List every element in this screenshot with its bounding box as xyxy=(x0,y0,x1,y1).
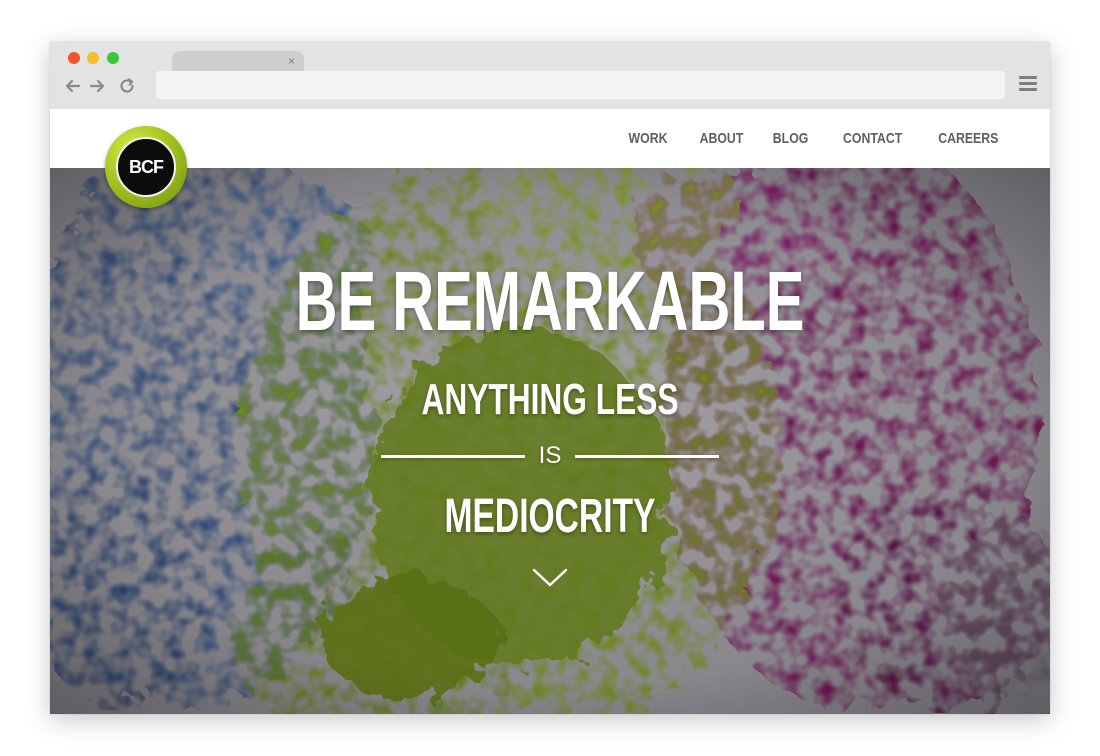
divider-line-left xyxy=(381,455,525,458)
nav-link-contact[interactable]: CONTACT xyxy=(843,130,902,147)
hero-section: BE REMARKABLE ANYTHING LESS IS MEDIOCRIT… xyxy=(50,168,1050,714)
nav-link-blog[interactable]: BLOG xyxy=(773,130,809,147)
minimize-window-button[interactable] xyxy=(87,52,99,64)
reload-icon[interactable] xyxy=(117,77,137,97)
main-nav: WORK ABOUT BLOG CONTACT CAREERS xyxy=(598,109,998,168)
hamburger-menu-icon[interactable] xyxy=(1019,76,1037,94)
chevron-down-icon[interactable] xyxy=(532,568,568,588)
bcf-logo[interactable]: BCF xyxy=(105,126,187,208)
site-header: WORK ABOUT BLOG CONTACT CAREERS xyxy=(50,109,1050,168)
divider-word: IS xyxy=(538,442,562,469)
back-arrow-icon[interactable] xyxy=(62,77,82,97)
nav-link-about[interactable]: ABOUT xyxy=(699,130,743,147)
tab-close-icon[interactable]: × xyxy=(288,53,295,69)
address-bar[interactable] xyxy=(156,71,1005,99)
browser-tab[interactable]: × xyxy=(172,51,304,71)
browser-chrome: × xyxy=(50,42,1050,109)
hero-subline-mediocrity: MEDIOCRITY xyxy=(444,490,656,543)
hero-headline: BE REMARKABLE xyxy=(295,254,805,348)
close-window-button[interactable] xyxy=(68,52,80,64)
forward-arrow-icon[interactable] xyxy=(88,77,108,97)
nav-link-work[interactable]: WORK xyxy=(629,130,668,147)
hero-divider: IS xyxy=(381,441,719,471)
hero-subline-anything-less: ANYTHING LESS xyxy=(421,375,679,424)
logo-text: BCF xyxy=(116,137,176,197)
divider-line-right xyxy=(575,455,719,458)
maximize-window-button[interactable] xyxy=(107,52,119,64)
nav-link-careers[interactable]: CAREERS xyxy=(938,130,998,147)
browser-window: × WORK ABOUT BLOG CONTACT CAREERS BCF BE… xyxy=(50,42,1050,714)
hero-text-block: BE REMARKABLE ANYTHING LESS IS MEDIOCRIT… xyxy=(50,168,1050,714)
